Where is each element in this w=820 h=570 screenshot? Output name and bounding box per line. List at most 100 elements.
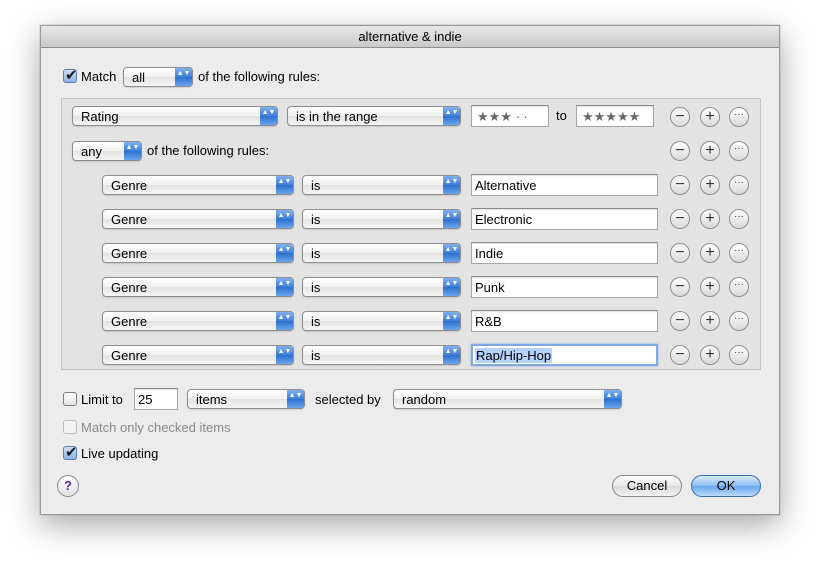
genre-value-field[interactable]: R&B <box>471 310 658 332</box>
match-checkbox[interactable]: ✔ <box>63 67 78 84</box>
genre-value-text: R&B <box>475 314 502 329</box>
add-nested-rule-button[interactable]: ··· <box>729 311 749 331</box>
match-mode-popup[interactable]: all ▲▼ <box>123 67 193 87</box>
nested-suffix: of the following rules: <box>147 143 270 158</box>
rating-operator-popup[interactable]: is in the range ▲▼ <box>287 106 461 126</box>
selected-by-value: random <box>402 392 447 407</box>
genre-operator-value: is <box>311 246 321 261</box>
live-updating-checkbox[interactable]: ✔ <box>63 444 78 461</box>
genre-value-text: Rap/Hip-Hop <box>475 348 553 363</box>
checkmark-icon: ✔ <box>65 67 78 84</box>
remove-rule-button[interactable]: − <box>670 345 690 365</box>
popup-arrows-icon: ▲▼ <box>276 244 293 262</box>
limit-unit-popup[interactable]: items ▲▼ <box>187 389 305 409</box>
popup-arrows-icon: ▲▼ <box>276 312 293 330</box>
selected-by-popup[interactable]: random ▲▼ <box>393 389 622 409</box>
remove-rule-button[interactable]: − <box>670 175 690 195</box>
add-nested-rule-button[interactable]: ··· <box>729 107 749 127</box>
genre-operator-popup[interactable]: is ▲▼ <box>302 209 461 229</box>
genre-operator-value: is <box>311 348 321 363</box>
genre-value-text: Indie <box>475 246 504 261</box>
popup-arrows-icon: ▲▼ <box>443 312 460 330</box>
add-rule-button[interactable]: + <box>700 107 720 127</box>
add-nested-rule-button[interactable]: ··· <box>729 243 749 263</box>
genre-field-popup[interactable]: Genre ▲▼ <box>102 209 294 229</box>
genre-value-field[interactable]: Indie <box>471 242 658 264</box>
remove-rule-button[interactable]: − <box>670 141 690 161</box>
add-rule-button[interactable]: + <box>700 209 720 229</box>
add-nested-rule-button[interactable]: ··· <box>729 175 749 195</box>
add-nested-rule-button[interactable]: ··· <box>729 141 749 161</box>
nested-mode-value: any <box>81 144 102 159</box>
add-rule-button[interactable]: + <box>700 175 720 195</box>
smart-playlist-dialog: alternative & indie ✔ Match all ▲▼ of th… <box>40 25 780 515</box>
genre-value-field[interactable]: Alternative <box>471 174 658 196</box>
genre-value-field[interactable]: Rap/Hip-Hop <box>471 344 658 366</box>
rating-to-field[interactable]: ★★★★★ <box>576 105 654 127</box>
popup-arrows-icon: ▲▼ <box>175 68 192 86</box>
cancel-button[interactable]: Cancel <box>612 475 682 497</box>
rating-from-field[interactable]: ★★★ · · <box>471 105 549 127</box>
remove-rule-button[interactable]: − <box>670 209 690 229</box>
genre-operator-popup[interactable]: is ▲▼ <box>302 311 461 331</box>
genre-field-value: Genre <box>111 280 148 295</box>
genre-value-text: Alternative <box>475 178 537 193</box>
limit-value-field[interactable]: 25 <box>134 388 178 410</box>
genre-operator-popup[interactable]: is ▲▼ <box>302 175 461 195</box>
genre-field-popup[interactable]: Genre ▲▼ <box>102 345 294 365</box>
genre-operator-popup[interactable]: is ▲▼ <box>302 277 461 297</box>
window-title: alternative & indie <box>41 26 779 48</box>
genre-field-popup[interactable]: Genre ▲▼ <box>102 175 294 195</box>
match-checked-checkbox[interactable] <box>63 420 77 434</box>
add-nested-rule-button[interactable]: ··· <box>729 345 749 365</box>
genre-rule-row: Genre ▲▼ is ▲▼ Punk − + ··· <box>62 276 762 301</box>
rating-operator-value: is in the range <box>296 109 378 124</box>
rating-field-popup[interactable]: Rating ▲▼ <box>72 106 278 126</box>
add-rule-button[interactable]: + <box>700 277 720 297</box>
popup-arrows-icon: ▲▼ <box>124 142 141 160</box>
genre-value-text: Electronic <box>475 212 533 227</box>
add-rule-button[interactable]: + <box>700 141 720 161</box>
nested-mode-popup[interactable]: any ▲▼ <box>72 141 142 161</box>
genre-operator-value: is <box>311 280 321 295</box>
add-rule-button[interactable]: + <box>700 345 720 365</box>
ok-button[interactable]: OK <box>691 475 761 497</box>
genre-operator-popup[interactable]: is ▲▼ <box>302 243 461 263</box>
match-checked-label: Match only checked items <box>81 420 231 435</box>
popup-arrows-icon: ▲▼ <box>443 107 460 125</box>
genre-field-popup[interactable]: Genre ▲▼ <box>102 243 294 263</box>
popup-arrows-icon: ▲▼ <box>443 210 460 228</box>
live-updating-label: Live updating <box>81 446 159 461</box>
genre-operator-value: is <box>311 314 321 329</box>
popup-arrows-icon: ▲▼ <box>443 278 460 296</box>
selected-by-label: selected by <box>315 392 381 407</box>
genre-field-value: Genre <box>111 178 148 193</box>
genre-operator-popup[interactable]: is ▲▼ <box>302 345 461 365</box>
rating-to-label: to <box>556 108 567 123</box>
genre-value-text: Punk <box>475 280 505 295</box>
remove-rule-button[interactable]: − <box>670 311 690 331</box>
popup-arrows-icon: ▲▼ <box>443 176 460 194</box>
genre-field-popup[interactable]: Genre ▲▼ <box>102 277 294 297</box>
add-nested-rule-button[interactable]: ··· <box>729 277 749 297</box>
popup-arrows-icon: ▲▼ <box>260 107 277 125</box>
genre-rule-row: Genre ▲▼ is ▲▼ Rap/Hip-Hop − + ··· <box>62 344 762 369</box>
match-mode-value: all <box>132 70 146 85</box>
genre-value-field[interactable]: Electronic <box>471 208 658 230</box>
add-nested-rule-button[interactable]: ··· <box>729 209 749 229</box>
genre-field-value: Genre <box>111 314 148 329</box>
rating-to-stars: ★★★★★ <box>582 109 641 124</box>
remove-rule-button[interactable]: − <box>670 243 690 263</box>
limit-checkbox[interactable] <box>63 392 77 406</box>
remove-rule-button[interactable]: − <box>670 107 690 127</box>
add-rule-button[interactable]: + <box>700 311 720 331</box>
genre-operator-value: is <box>311 178 321 193</box>
popup-arrows-icon: ▲▼ <box>443 244 460 262</box>
genre-value-field[interactable]: Punk <box>471 276 658 298</box>
genre-field-popup[interactable]: Genre ▲▼ <box>102 311 294 331</box>
rating-field-value: Rating <box>81 109 119 124</box>
remove-rule-button[interactable]: − <box>670 277 690 297</box>
match-label: Match <box>81 69 117 84</box>
add-rule-button[interactable]: + <box>700 243 720 263</box>
help-button[interactable]: ? <box>57 475 79 497</box>
